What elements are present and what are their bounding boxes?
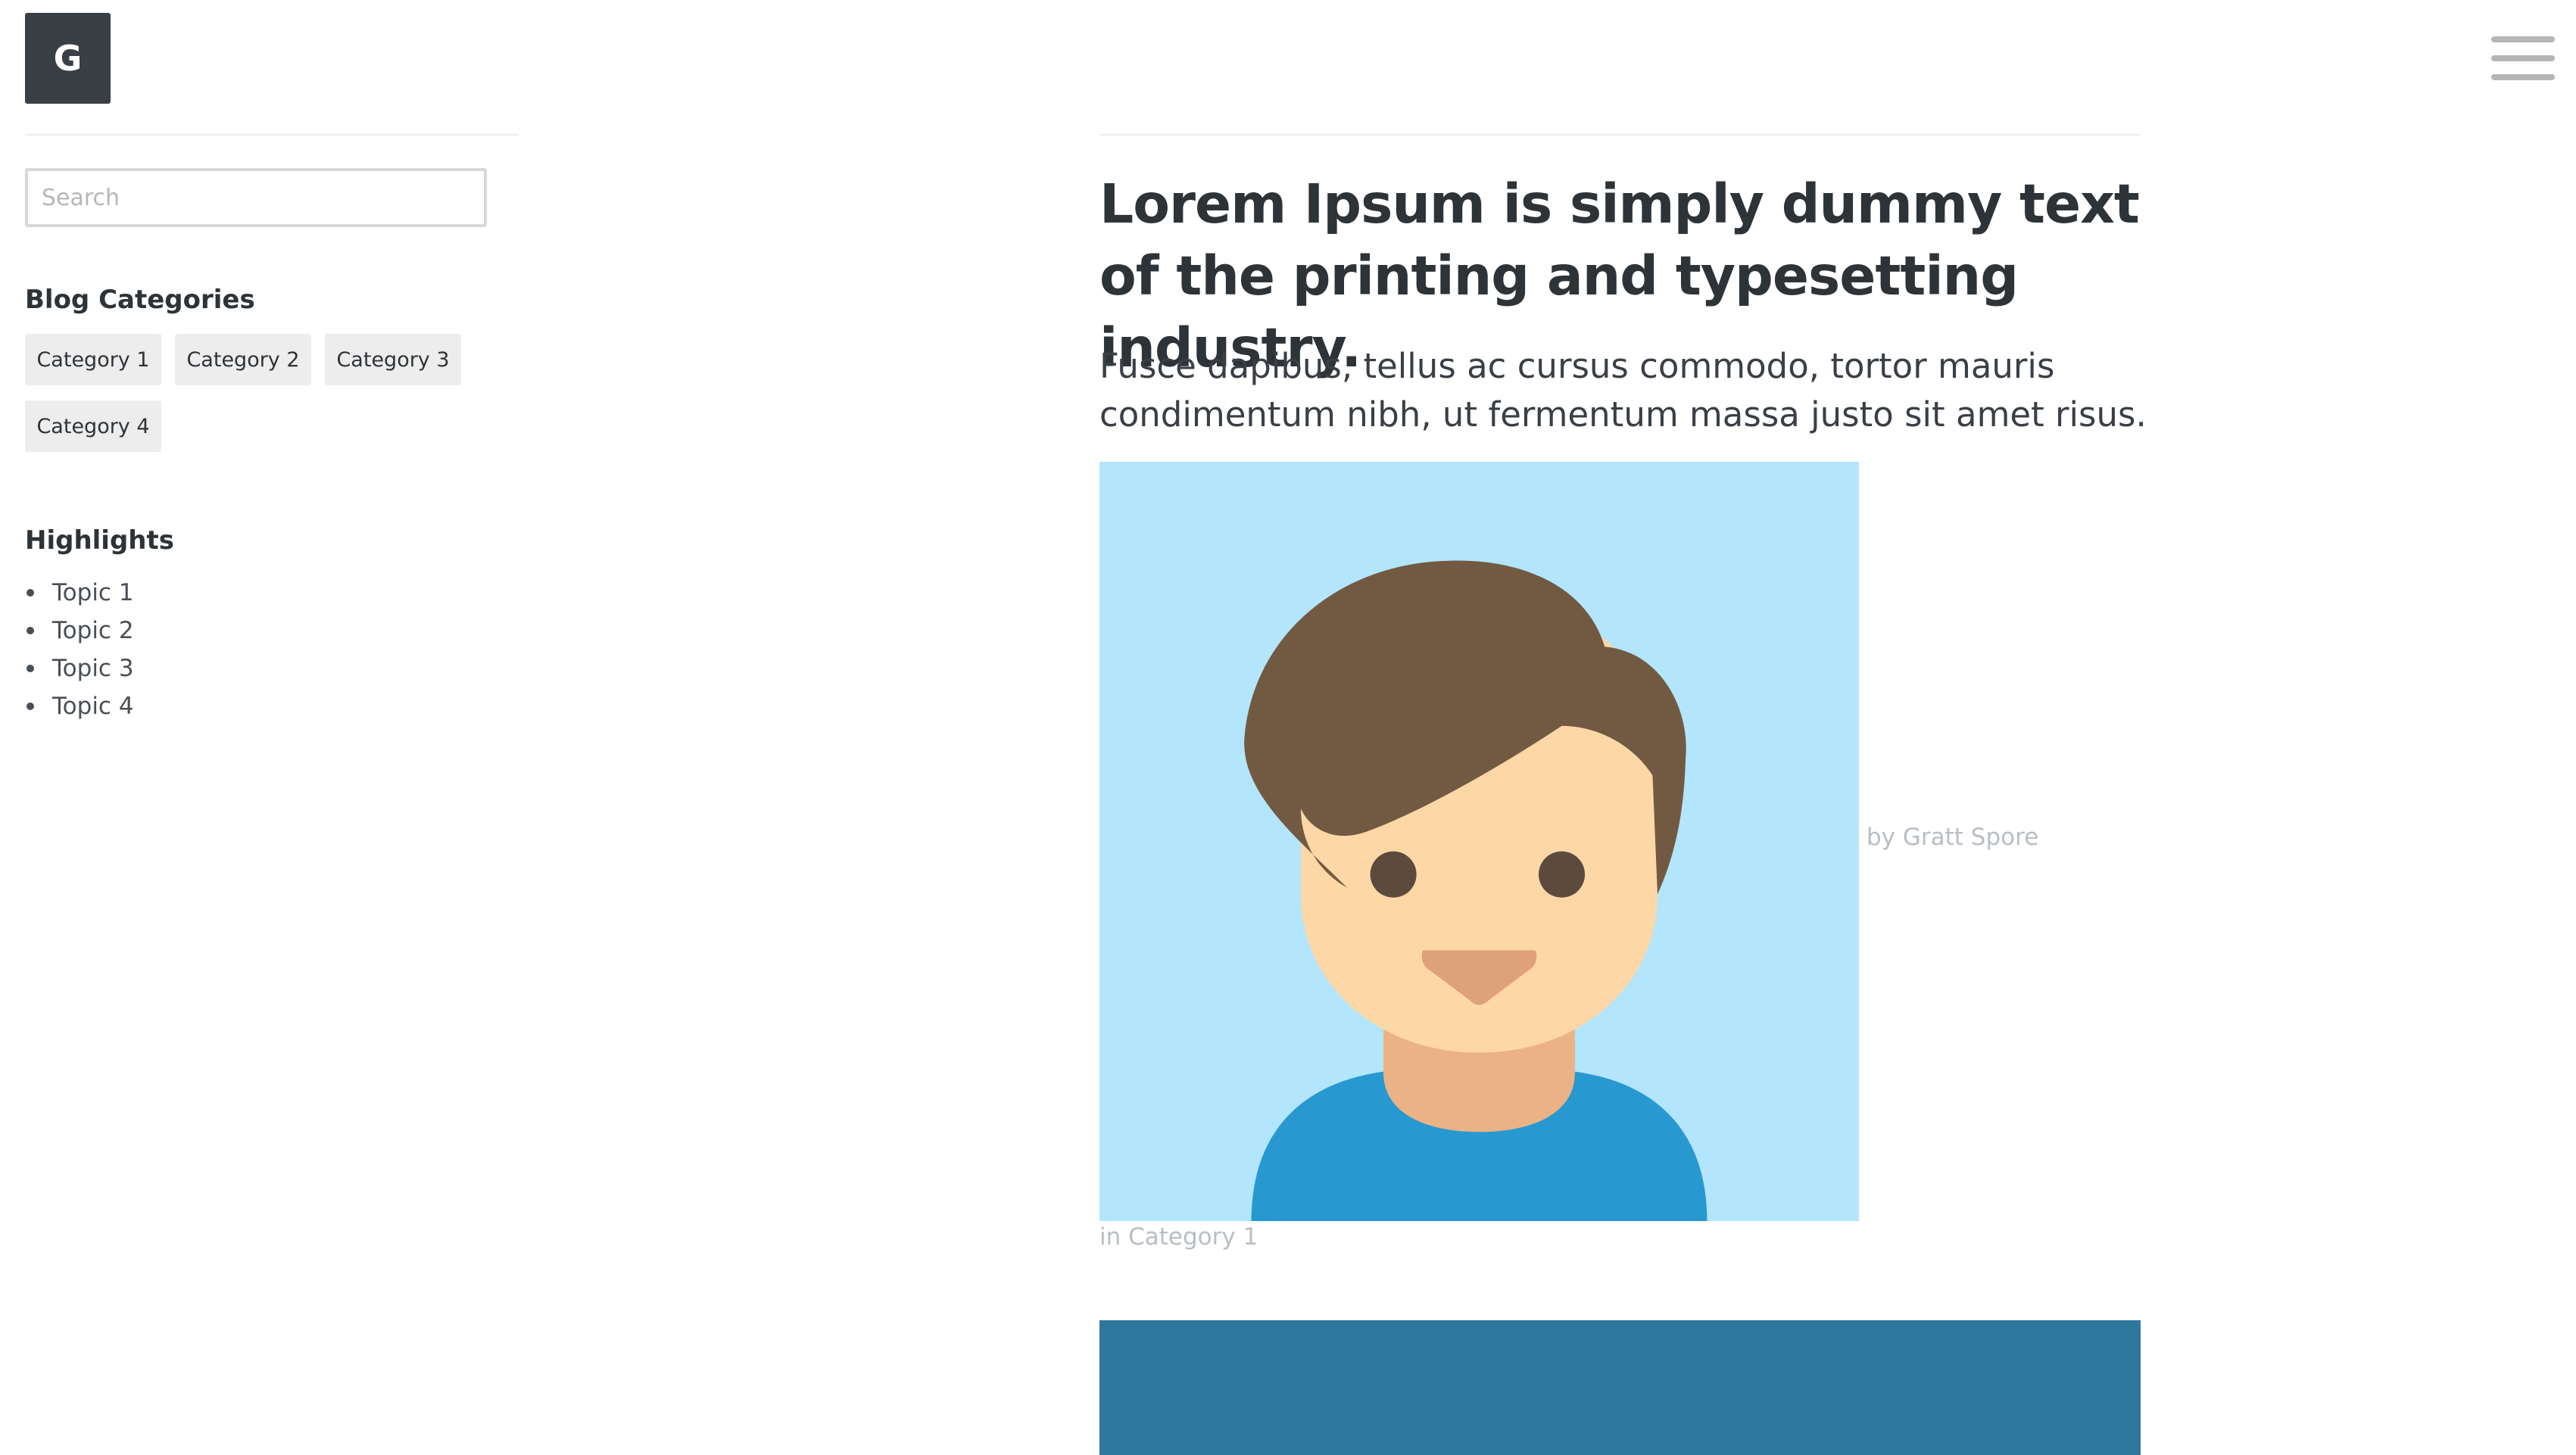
- main-divider: [1099, 134, 2141, 136]
- menu-bar: [2491, 36, 2555, 42]
- topic-link-2[interactable]: Topic 2: [52, 617, 134, 644]
- bullet-icon: [27, 627, 34, 634]
- category-tag-2[interactable]: Category 2: [175, 334, 311, 385]
- bullet-icon: [27, 703, 34, 710]
- bullet-icon: [27, 589, 34, 597]
- hamburger-menu-icon[interactable]: [2491, 33, 2555, 83]
- sidebar-divider: [25, 134, 519, 136]
- article-category-link[interactable]: in Category 1: [1099, 1223, 1258, 1251]
- topic-link-3[interactable]: Topic 3: [52, 655, 134, 682]
- menu-bar: [2491, 74, 2555, 80]
- search-input[interactable]: [25, 168, 487, 227]
- list-item: Topic 4: [25, 687, 134, 725]
- list-item: Topic 1: [25, 574, 134, 612]
- list-item: Topic 2: [25, 612, 134, 650]
- category-tag-3[interactable]: Category 3: [325, 334, 461, 385]
- category-tag-4[interactable]: Category 4: [25, 400, 161, 452]
- site-logo[interactable]: G: [25, 13, 111, 104]
- highlights-list: Topic 1 Topic 2 Topic 3 Topic 4: [25, 574, 134, 725]
- author-byline[interactable]: by Gratt Spore: [1867, 824, 2038, 851]
- highlights-heading: Highlights: [25, 525, 174, 556]
- featured-banner: [1099, 1320, 2141, 1455]
- category-tag-1[interactable]: Category 1: [25, 334, 161, 385]
- article-lead: Fusce dapibus, tellus ac cursus commodo,…: [1099, 346, 2147, 435]
- user-avatar-icon: [1099, 462, 1859, 1221]
- menu-bar: [2491, 55, 2555, 61]
- topic-link-1[interactable]: Topic 1: [52, 579, 134, 606]
- topic-link-4[interactable]: Topic 4: [52, 693, 134, 720]
- blog-categories-heading: Blog Categories: [25, 285, 255, 315]
- list-item: Topic 3: [25, 650, 134, 687]
- bullet-icon: [27, 665, 34, 672]
